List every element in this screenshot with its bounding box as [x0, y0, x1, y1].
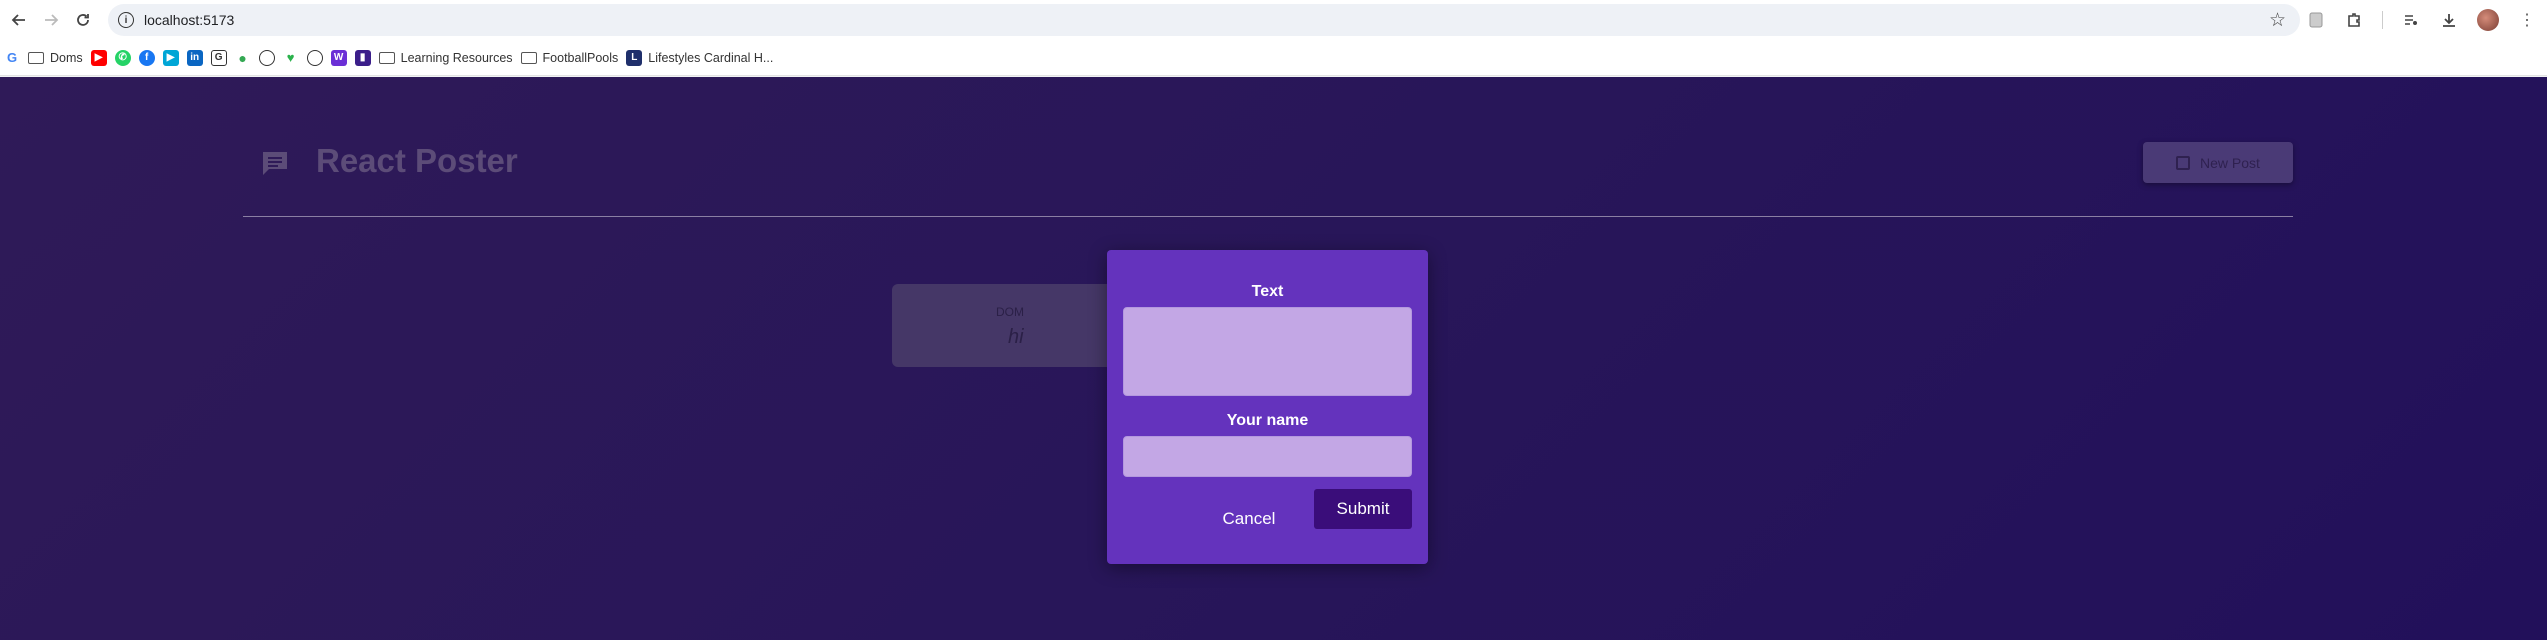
post-author: DOM: [996, 305, 1024, 319]
app-icon: W: [330, 49, 347, 66]
google-bookmark[interactable]: G: [4, 50, 20, 66]
new-post-label: New Post: [2200, 154, 2260, 171]
purple-bookmark[interactable]: W: [330, 49, 347, 66]
profile-avatar[interactable]: [2477, 9, 2499, 31]
forward-button[interactable]: [38, 7, 64, 33]
app-page: React Poster New Post DOM hi Text Your n…: [0, 77, 2547, 640]
page-icon[interactable]: [2306, 10, 2326, 30]
new-post-button[interactable]: New Post: [2143, 142, 2293, 183]
globe-bookmark-2[interactable]: [306, 49, 323, 66]
facebook-bookmark[interactable]: f: [138, 49, 155, 66]
download-icon[interactable]: [2439, 10, 2459, 30]
video-bookmark[interactable]: ▶: [162, 49, 179, 66]
folder-icon: [378, 51, 395, 64]
youtube-icon: ▶: [90, 49, 107, 66]
bookmark-folder-football[interactable]: FootballPools: [520, 50, 619, 65]
globe-bookmark[interactable]: [258, 49, 275, 66]
bookmarks-bar: G Doms ▶ ✆ f ▶ in G ● ♥ W ▮ Learning Res…: [0, 40, 2547, 76]
post-card[interactable]: DOM hi: [892, 284, 1136, 367]
facebook-icon: f: [138, 49, 155, 66]
bookmark-folder-doms[interactable]: Doms: [28, 51, 83, 65]
arrow-right-icon: [45, 14, 59, 26]
document-bookmark[interactable]: G: [210, 49, 227, 66]
extensions-icon[interactable]: [2344, 10, 2364, 30]
site-info-icon[interactable]: i: [118, 12, 134, 28]
bookmark-label: Doms: [50, 50, 83, 65]
text-field-label: Text: [1251, 283, 1284, 300]
whatsapp-bookmark[interactable]: ✆: [114, 49, 131, 66]
text-field[interactable]: [1123, 307, 1412, 396]
toolbar-separator: [2382, 11, 2383, 29]
cancel-button[interactable]: Cancel: [1214, 499, 1284, 539]
bar-chart-icon: ▮: [354, 49, 371, 66]
new-post-modal: Text Your name Cancel Submit: [1107, 250, 1428, 564]
globe-icon: [306, 49, 323, 66]
document-icon: G: [210, 49, 227, 66]
bookmark-label: Learning Resources: [400, 50, 513, 65]
back-button[interactable]: [6, 7, 32, 33]
map-pin-icon: ●: [238, 49, 247, 66]
toolbar-right-icons: ⋮: [2306, 0, 2547, 40]
lifestyles-icon: L: [626, 49, 643, 66]
post-text: hi: [1008, 326, 1024, 348]
bookmark-lifestyles[interactable]: L Lifestyles Cardinal H...: [626, 49, 774, 66]
menu-kebab-icon[interactable]: ⋮: [2517, 10, 2537, 30]
green-bookmark[interactable]: ♥: [283, 50, 299, 66]
app-title: React Poster: [316, 142, 518, 179]
reload-button[interactable]: [70, 7, 96, 33]
folder-icon: [28, 51, 44, 64]
arrow-left-icon: [11, 14, 25, 26]
play-icon: ▶: [162, 49, 179, 66]
linkedin-icon: in: [186, 49, 203, 66]
bookmark-label: Lifestyles Cardinal H...: [648, 50, 774, 65]
youtube-bookmark[interactable]: ▶: [90, 49, 107, 66]
media-controls-icon[interactable]: [2401, 10, 2421, 30]
globe-icon: [258, 49, 275, 66]
leaf-icon: ♥: [286, 50, 295, 65]
edit-document-icon: [2176, 155, 2191, 170]
bookmark-label: FootballPools: [542, 50, 619, 65]
url-text: localhost:5173: [144, 12, 235, 28]
app-header: React Poster New Post: [243, 77, 2293, 217]
browser-toolbar: i localhost:5173 ☆ ⋮: [0, 0, 2547, 40]
whatsapp-icon: ✆: [114, 49, 131, 66]
chart-bookmark[interactable]: ▮: [354, 49, 371, 66]
bookmark-folder-learning[interactable]: Learning Resources: [378, 50, 513, 65]
submit-button[interactable]: Submit: [1314, 489, 1412, 529]
linkedin-bookmark[interactable]: in: [186, 49, 203, 66]
name-field-label: Your name: [1226, 412, 1309, 429]
chat-message-icon: [263, 152, 287, 175]
name-field[interactable]: [1123, 436, 1412, 477]
bookmark-star-icon[interactable]: ☆: [2269, 9, 2286, 32]
google-icon: G: [6, 50, 18, 65]
maps-bookmark[interactable]: ●: [235, 50, 251, 66]
folder-icon: [520, 51, 537, 64]
reload-icon: [77, 14, 89, 26]
address-bar[interactable]: i localhost:5173 ☆: [108, 4, 2300, 36]
